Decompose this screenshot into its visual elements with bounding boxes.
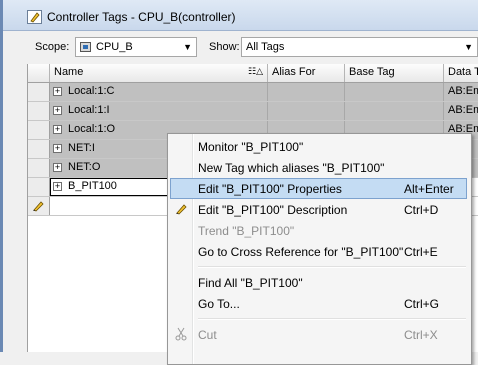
show-value: All Tags	[246, 41, 285, 53]
pencil-icon	[176, 204, 187, 215]
expand-plus-icon[interactable]: +	[53, 125, 62, 134]
row-selector[interactable]	[28, 121, 50, 139]
menu-item-cross-reference[interactable]: Go to Cross Reference for "B_PIT100" Ctr…	[170, 241, 467, 262]
header-name[interactable]: Name ☷△	[50, 64, 268, 82]
sort-icon[interactable]: ☷△	[248, 66, 263, 77]
tag-name-cell[interactable]: + Local:1:I	[50, 102, 268, 120]
menu-item-monitor[interactable]: Monitor "B_PIT100"	[170, 136, 467, 157]
row-selector[interactable]	[28, 83, 50, 101]
expand-plus-icon[interactable]: +	[53, 182, 62, 191]
header-alias-for[interactable]: Alias For	[268, 64, 345, 82]
expand-plus-icon[interactable]: +	[53, 144, 62, 153]
menu-item-cut[interactable]: Cut Ctrl+X	[170, 324, 467, 345]
menu-item-edit-properties[interactable]: Edit "B_PIT100" Properties Alt+Enter	[170, 178, 467, 199]
chevron-down-icon: ▼	[464, 42, 473, 52]
menu-item-edit-description[interactable]: Edit "B_PIT100" Description Ctrl+D	[170, 199, 467, 220]
expand-plus-icon[interactable]: +	[53, 87, 62, 96]
row-selector[interactable]	[28, 159, 50, 177]
alias-for-cell[interactable]	[268, 83, 345, 101]
grid-header: Name ☷△ Alias For Base Tag Data T	[28, 64, 478, 83]
menu-separator	[198, 318, 466, 320]
menu-item-trend[interactable]: Trend "B_PIT100"	[170, 220, 467, 241]
data-type-cell[interactable]: AB:Em	[444, 83, 478, 101]
scope-dropdown[interactable]: CPU_B ▼	[75, 37, 197, 57]
scissors-icon	[175, 327, 187, 341]
row-selector[interactable]	[28, 197, 50, 215]
menu-separator	[198, 266, 466, 268]
window-title: Controller Tags - CPU_B(controller)	[47, 10, 236, 24]
title-bar[interactable]: Controller Tags - CPU_B(controller)	[3, 0, 478, 31]
context-menu: Monitor "B_PIT100" New Tag which aliases…	[167, 133, 472, 365]
row-selector[interactable]	[28, 140, 50, 158]
row-selector[interactable]	[28, 178, 50, 196]
tag-name-cell[interactable]: + Local:1:C	[50, 83, 268, 101]
menu-item-go-to[interactable]: Go To... Ctrl+G	[170, 293, 467, 314]
scope-label: Scope:	[35, 41, 70, 53]
alias-for-cell[interactable]	[268, 102, 345, 120]
show-label: Show:	[209, 41, 240, 53]
scope-value: CPU_B	[96, 41, 133, 53]
row-selector[interactable]	[28, 102, 50, 120]
header-selector	[28, 64, 50, 82]
show-dropdown[interactable]: All Tags ▼	[241, 37, 478, 57]
menu-item-new-alias[interactable]: New Tag which aliases "B_PIT100"	[170, 157, 467, 178]
controller-icon	[80, 42, 91, 52]
header-base-tag[interactable]: Base Tag	[345, 64, 444, 82]
header-data-type[interactable]: Data T	[444, 64, 478, 82]
tag-editor-icon	[27, 10, 42, 24]
filter-toolbar: Scope: CPU_B ▼ Show: All Tags ▼	[27, 34, 478, 60]
base-tag-cell[interactable]	[345, 83, 444, 101]
pencil-icon	[33, 201, 44, 212]
menu-item-find-all[interactable]: Find All "B_PIT100"	[170, 272, 467, 293]
base-tag-cell[interactable]	[345, 102, 444, 120]
data-type-cell[interactable]: AB:Em	[444, 102, 478, 120]
table-row[interactable]: + Local:1:C AB:Em	[28, 83, 478, 102]
table-row[interactable]: + Local:1:I AB:Em	[28, 102, 478, 121]
chevron-down-icon: ▼	[183, 42, 192, 52]
expand-plus-icon[interactable]: +	[53, 106, 62, 115]
expand-plus-icon[interactable]: +	[53, 163, 62, 172]
